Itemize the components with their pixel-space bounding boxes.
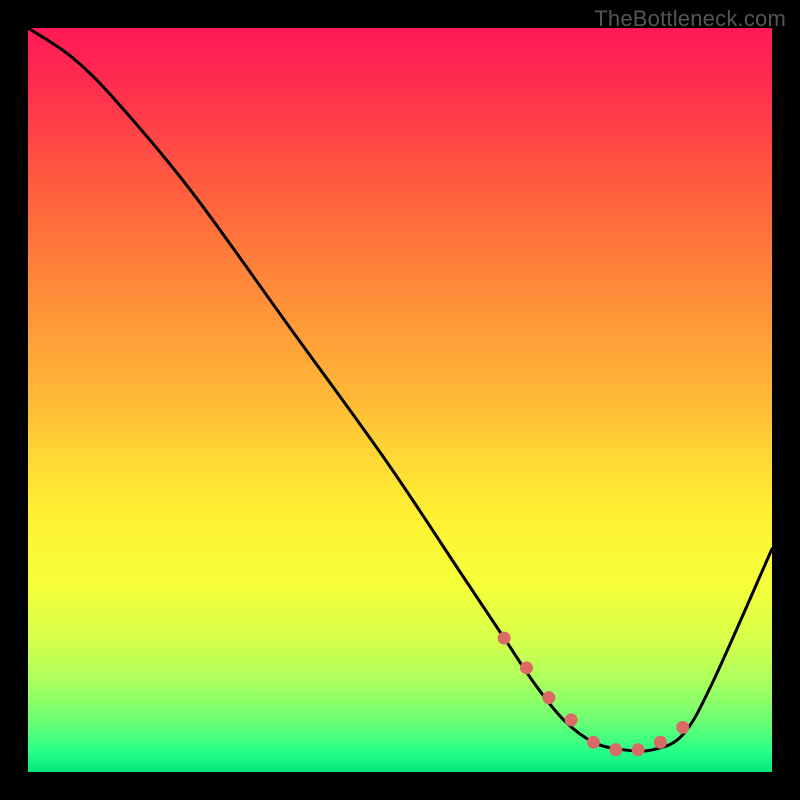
highlight-dot bbox=[587, 736, 600, 749]
highlight-dot bbox=[520, 661, 533, 674]
highlight-dot bbox=[542, 691, 555, 704]
plot-svg bbox=[28, 28, 772, 772]
highlight-dot bbox=[676, 721, 689, 734]
highlight-dot bbox=[609, 743, 622, 756]
highlight-dot bbox=[565, 713, 578, 726]
curve-line bbox=[28, 28, 772, 751]
highlight-dot bbox=[632, 743, 645, 756]
highlight-dot bbox=[654, 736, 667, 749]
highlight-dot bbox=[498, 632, 511, 645]
chart-frame: TheBottleneck.com bbox=[0, 0, 800, 800]
highlight-dots bbox=[498, 632, 690, 757]
watermark-text: TheBottleneck.com bbox=[594, 6, 786, 32]
